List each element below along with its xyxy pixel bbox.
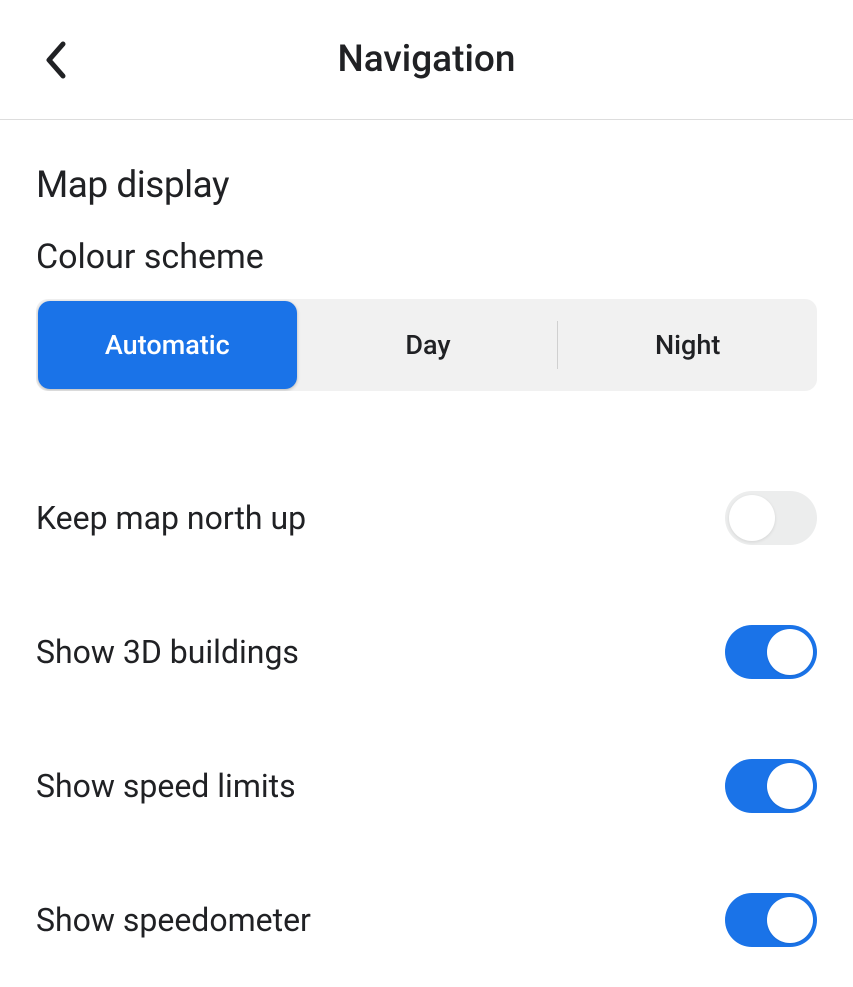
row-show-3d-buildings: Show 3D buildings	[36, 585, 817, 719]
app-header: Navigation	[0, 0, 853, 120]
toggle-knob	[729, 495, 775, 541]
toggle-show-speed-limits[interactable]	[725, 759, 817, 813]
toggle-knob	[767, 897, 813, 943]
toggle-show-speedometer[interactable]	[725, 893, 817, 947]
segment-day[interactable]: Day	[299, 299, 558, 391]
row-keep-north-up: Keep map north up	[36, 451, 817, 585]
segment-automatic[interactable]: Automatic	[38, 301, 297, 389]
label-show-speedometer: Show speedometer	[36, 901, 311, 939]
page-title: Navigation	[0, 38, 853, 81]
toggle-show-3d-buildings[interactable]	[725, 625, 817, 679]
toggle-keep-north-up[interactable]	[725, 491, 817, 545]
colour-scheme-segmented: Automatic Day Night	[36, 299, 817, 391]
toggle-knob	[767, 629, 813, 675]
section-title-map-display: Map display	[36, 164, 817, 207]
label-show-speed-limits: Show speed limits	[36, 767, 296, 805]
segment-night[interactable]: Night	[558, 299, 817, 391]
settings-content: Map display Colour scheme Automatic Day …	[0, 120, 853, 987]
chevron-left-icon	[43, 40, 67, 80]
label-show-3d-buildings: Show 3D buildings	[36, 633, 299, 671]
toggle-knob	[767, 763, 813, 809]
back-button[interactable]	[30, 35, 80, 85]
colour-scheme-label: Colour scheme	[36, 237, 817, 277]
row-show-speedometer: Show speedometer	[36, 853, 817, 987]
label-keep-north-up: Keep map north up	[36, 499, 306, 537]
row-show-speed-limits: Show speed limits	[36, 719, 817, 853]
